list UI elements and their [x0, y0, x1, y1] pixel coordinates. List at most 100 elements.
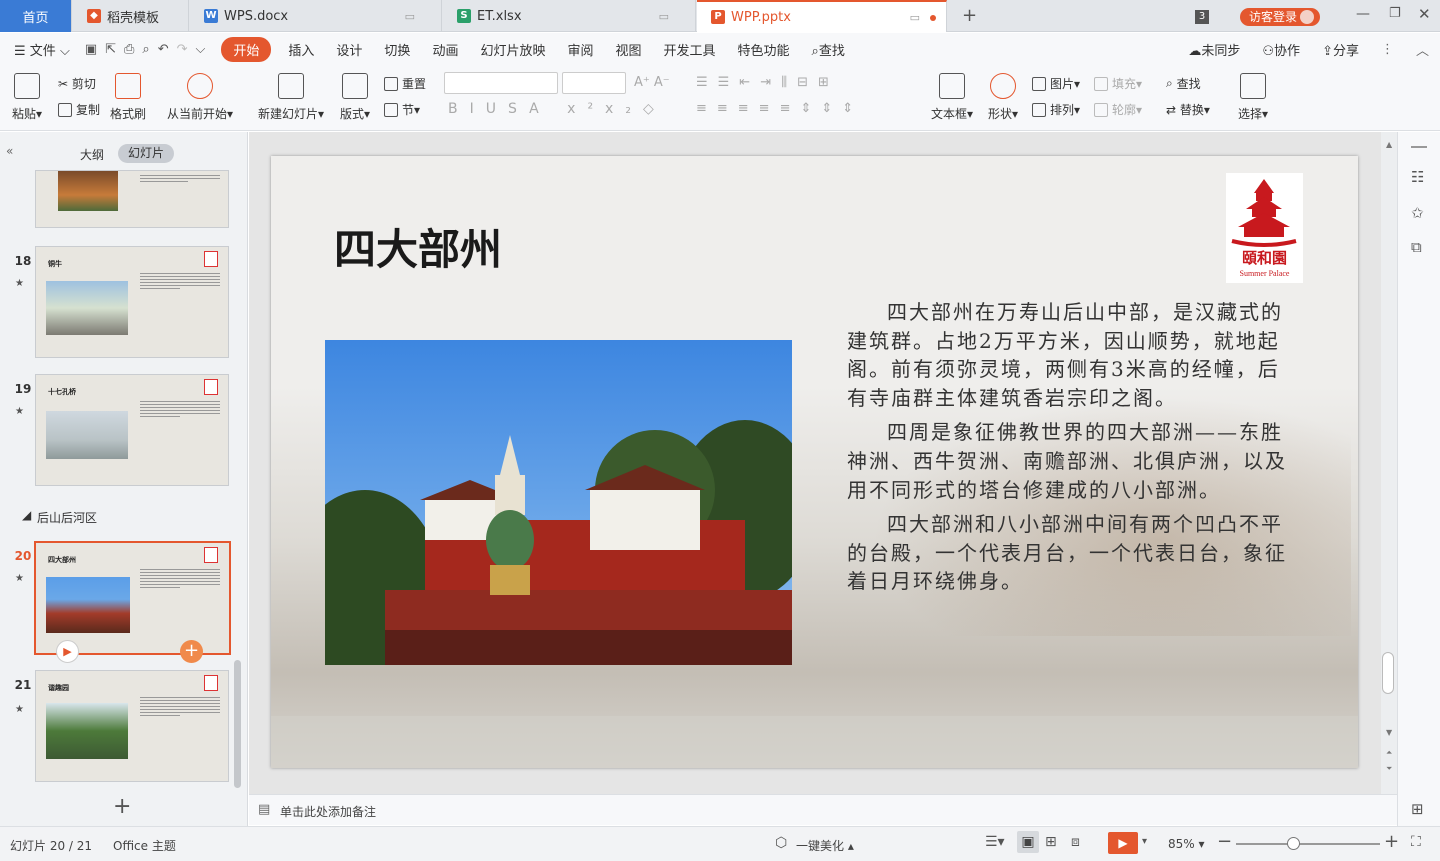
menu-start[interactable]: 开始: [221, 36, 272, 62]
redo-icon[interactable]: ↷: [173, 42, 192, 57]
menu-design[interactable]: 设计: [325, 40, 373, 59]
slide-thumb-17[interactable]: [35, 170, 229, 228]
section-button[interactable]: 节 ▾: [384, 101, 420, 118]
slide[interactable]: 四大部州 頤和園 Summer Palace 四大部州在万寿山后山中部，是汉藏式…: [271, 156, 1358, 768]
play-dropdown-icon[interactable]: ▾: [1142, 836, 1147, 847]
format-painter-button[interactable]: 格式刷: [110, 73, 146, 122]
window-icon[interactable]: ▭: [910, 11, 920, 24]
font-style-icons[interactable]: BIUSA x²x₂◇: [448, 101, 666, 117]
collapse-panel-icon[interactable]: «: [6, 144, 13, 158]
preview-icon[interactable]: ⌕: [138, 42, 153, 57]
from-current-button[interactable]: 从当前开始▾: [167, 73, 233, 122]
menu-view[interactable]: 视图: [604, 40, 652, 59]
more-dropdown-icon[interactable]: ⌵: [192, 42, 216, 57]
undo-icon[interactable]: ↶: [154, 42, 173, 57]
play-button[interactable]: ▶: [1108, 832, 1138, 854]
fill-button[interactable]: 填充 ▾: [1094, 75, 1142, 92]
notes-bar[interactable]: ▤ 单击此处添加备注: [249, 794, 1397, 825]
tab-et-xlsx[interactable]: S ET.xlsx ▭: [443, 0, 696, 32]
arrange-button[interactable]: 排列 ▾: [1032, 101, 1080, 118]
zoom-in-icon[interactable]: +: [1384, 831, 1399, 852]
shape-button[interactable]: 形状▾: [988, 73, 1018, 122]
slide-thumb-20[interactable]: 四大部州: [34, 541, 231, 655]
textbox-button[interactable]: 文本框▾: [931, 73, 973, 122]
reading-view-icon[interactable]: ⧈: [1071, 834, 1080, 850]
panel-scrollbar[interactable]: [234, 660, 241, 788]
tab-home[interactable]: 首页: [0, 0, 72, 32]
beautify-button[interactable]: 一键美化 ▴: [796, 837, 854, 854]
slide-thumb-18[interactable]: 铜牛: [35, 246, 229, 358]
replace-button[interactable]: ⇄ 替换 ▾: [1166, 101, 1210, 118]
window-icon[interactable]: ▭: [659, 10, 669, 23]
cut-button[interactable]: ✂ 剪切: [58, 75, 96, 92]
add-slide-icon[interactable]: +: [113, 794, 131, 819]
add-slide-after-icon[interactable]: +: [180, 640, 203, 663]
grid-view-icon[interactable]: ⊞: [1411, 800, 1424, 818]
scroll-down-icon[interactable]: ▼: [1386, 728, 1392, 737]
animation-icon[interactable]: ✩: [1411, 204, 1424, 222]
menu-file[interactable]: ☰ 文件 ⌵: [0, 40, 81, 59]
align-icons[interactable]: ≡≡≡≡≡⇕⇕⇕: [696, 101, 863, 116]
new-tab-icon[interactable]: +: [962, 5, 977, 26]
notes-toggle-icon[interactable]: ☰▾: [985, 834, 1005, 850]
tab-slides[interactable]: 幻灯片: [118, 144, 174, 163]
layout-button[interactable]: 版式▾: [340, 73, 370, 122]
tab-outline[interactable]: 大纲: [80, 146, 104, 163]
find-button[interactable]: ⌕ 查找: [1166, 75, 1201, 92]
more-icon[interactable]: ⋮: [1370, 42, 1405, 57]
slide-body[interactable]: 四大部州在万寿山后山中部，是汉藏式的建筑群。占地2万平方米，因山顺势，就地起阁。…: [847, 298, 1287, 596]
menu-insert[interactable]: 插入: [277, 40, 325, 59]
collapse-ribbon-icon[interactable]: ︿: [1405, 40, 1440, 59]
normal-view-icon[interactable]: ▣: [1017, 831, 1039, 853]
save-icon[interactable]: ▣: [81, 42, 101, 57]
zoom-slider-thumb[interactable]: [1287, 837, 1300, 850]
minimize-icon[interactable]: —: [1356, 6, 1370, 22]
section-label[interactable]: 后山后河区: [37, 509, 97, 526]
zoom-level[interactable]: 85% ▾: [1168, 837, 1205, 851]
properties-icon[interactable]: ☷: [1411, 168, 1424, 186]
sorter-view-icon[interactable]: ⊞: [1045, 834, 1057, 850]
fit-window-icon[interactable]: ⛶: [1411, 834, 1421, 850]
font-name-select[interactable]: [444, 72, 558, 94]
font-grow-icon[interactable]: A⁺ A⁻: [634, 75, 670, 90]
new-slide-button[interactable]: 新建幻灯片▾: [258, 73, 324, 122]
share-button[interactable]: ⇪分享: [1311, 40, 1370, 59]
play-slide-icon[interactable]: ▶: [56, 640, 79, 663]
menu-developer[interactable]: 开发工具: [653, 40, 727, 59]
font-size-select[interactable]: [562, 72, 626, 94]
scroll-up-icon[interactable]: ▲: [1386, 140, 1392, 149]
window-icon[interactable]: ▭: [405, 10, 415, 23]
menu-features[interactable]: 特色功能: [727, 40, 801, 59]
slide-thumb-21[interactable]: 谐趣园: [35, 670, 229, 782]
menu-review[interactable]: 审阅: [556, 40, 604, 59]
picture-button[interactable]: 图片 ▾: [1032, 75, 1080, 92]
menu-slideshow[interactable]: 幻灯片放映: [469, 40, 556, 59]
print-icon[interactable]: ⎙: [120, 42, 138, 57]
tab-wpp-pptx[interactable]: P WPP.pptx ▭: [697, 0, 947, 32]
tab-wps-docx[interactable]: W WPS.docx ▭: [190, 0, 442, 32]
restore-icon[interactable]: ❐: [1389, 6, 1401, 21]
reset-button[interactable]: 重置: [384, 75, 426, 92]
slide-thumb-19[interactable]: 十七孔桥: [35, 374, 229, 486]
section-collapse-icon[interactable]: ◢: [22, 508, 31, 522]
zoom-out-icon[interactable]: −: [1217, 831, 1232, 852]
paste-button[interactable]: 粘贴▾: [12, 73, 42, 122]
collab-button[interactable]: ⚇协作: [1251, 40, 1311, 59]
menu-transition[interactable]: 切换: [373, 40, 421, 59]
next-slide-icon[interactable]: ⏷: [1386, 764, 1392, 774]
window-count-badge[interactable]: 3: [1195, 10, 1209, 24]
tab-docer[interactable]: ◆ 稻壳模板: [73, 0, 189, 32]
backup-icon[interactable]: ⧉: [1411, 238, 1422, 256]
outline-button[interactable]: 轮廓 ▾: [1094, 101, 1142, 118]
close-icon[interactable]: ✕: [1418, 5, 1431, 23]
list-icons[interactable]: ☰☰⇤⇥⫼⊟⊞: [696, 75, 839, 90]
menu-animation[interactable]: 动画: [421, 40, 469, 59]
slide-photo[interactable]: [325, 340, 792, 665]
select-button[interactable]: 选择▾: [1238, 73, 1268, 122]
export-icon[interactable]: ⇱: [101, 42, 120, 57]
copy-button[interactable]: 复制: [58, 101, 100, 118]
slide-title[interactable]: 四大部州: [334, 216, 502, 277]
prev-slide-icon[interactable]: ⏶: [1386, 748, 1392, 758]
menu-search[interactable]: ⌕查找: [801, 40, 856, 59]
sync-status[interactable]: ☁未同步: [1177, 40, 1251, 59]
